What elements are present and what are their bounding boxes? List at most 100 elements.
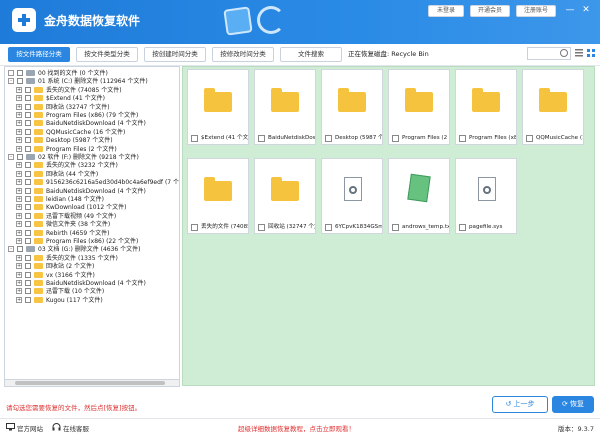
file-card[interactable]: androws_temp.txt: [388, 158, 450, 234]
tree-checkbox[interactable]: [25, 254, 31, 261]
tree-checkbox[interactable]: [25, 128, 31, 135]
tab-by-create-time[interactable]: 按创建时间分类: [144, 47, 206, 62]
file-card[interactable]: $Extend (41 个文件): [187, 69, 249, 145]
file-card[interactable]: Program Files (2 个文件): [388, 69, 450, 145]
file-card[interactable]: Program Files (x86): [455, 69, 517, 145]
expand-icon[interactable]: +: [16, 145, 22, 152]
collapse-icon[interactable]: -: [8, 78, 14, 85]
tutorial-link[interactable]: 超级详细数据恢复教程，点击立即观看！: [238, 423, 355, 433]
file-card[interactable]: 丢失的文件 (74085 个文件): [187, 158, 249, 234]
expand-icon[interactable]: [8, 70, 14, 76]
tree-checkbox[interactable]: [25, 212, 31, 219]
file-thumbnail[interactable]: [188, 159, 248, 221]
tab-file-search[interactable]: 文件搜索: [280, 47, 342, 62]
file-thumbnail[interactable]: [389, 159, 449, 221]
tree-checkbox[interactable]: [25, 86, 31, 93]
expand-icon[interactable]: +: [16, 162, 22, 169]
expand-icon[interactable]: +: [16, 288, 22, 295]
file-checkbox[interactable]: [325, 224, 332, 231]
close-icon[interactable]: ✕: [580, 4, 592, 16]
file-card[interactable]: BaiduNetdiskDownload: [254, 69, 316, 145]
expand-icon[interactable]: +: [16, 280, 22, 286]
file-checkbox[interactable]: [526, 135, 533, 142]
file-thumbnail[interactable]: [322, 159, 382, 221]
expand-icon[interactable]: +: [16, 103, 22, 110]
tree-checkbox[interactable]: [25, 187, 31, 194]
file-thumbnail[interactable]: [456, 70, 516, 132]
expand-icon[interactable]: +: [16, 271, 22, 278]
file-thumbnail[interactable]: [188, 70, 248, 132]
tree-checkbox[interactable]: [17, 154, 23, 160]
tree-checkbox[interactable]: [25, 179, 31, 186]
recover-button[interactable]: ⟳ 恢复: [552, 396, 594, 413]
tree-checkbox[interactable]: [25, 95, 31, 102]
file-checkbox[interactable]: [258, 224, 265, 231]
tree-checkbox[interactable]: [25, 280, 31, 286]
tree-checkbox[interactable]: [25, 162, 31, 169]
file-checkbox[interactable]: [191, 224, 198, 231]
tree-checkbox[interactable]: [25, 196, 31, 202]
expand-icon[interactable]: +: [16, 204, 22, 211]
file-checkbox[interactable]: [459, 224, 466, 231]
expand-icon[interactable]: +: [16, 238, 22, 244]
directory-tree[interactable]: 00 找到的文件 (0 个文件) - 01 系统 (C:) 删除文件 (112964…: [4, 66, 180, 386]
tab-by-path[interactable]: 按文件路径分类: [8, 47, 70, 62]
file-thumbnail[interactable]: [389, 70, 449, 132]
file-checkbox[interactable]: [325, 135, 332, 142]
file-card[interactable]: 回收站 (32747 个文件): [254, 158, 316, 234]
tree-checkbox[interactable]: [25, 296, 31, 303]
file-checkbox[interactable]: [392, 135, 399, 142]
expand-icon[interactable]: +: [16, 128, 22, 135]
expand-icon[interactable]: +: [16, 120, 22, 127]
expand-icon[interactable]: +: [16, 137, 22, 144]
tree-checkbox[interactable]: [17, 246, 23, 253]
tree-checkbox[interactable]: [25, 229, 31, 236]
expand-icon[interactable]: +: [16, 95, 22, 102]
tree-checkbox[interactable]: [25, 263, 31, 270]
collapse-icon[interactable]: -: [8, 154, 14, 160]
expand-icon[interactable]: +: [16, 196, 22, 202]
file-thumbnail[interactable]: [456, 159, 516, 221]
grid-view-icon[interactable]: [586, 47, 596, 59]
file-card[interactable]: QQMusicCache (16 个文件): [522, 69, 584, 145]
tree-checkbox[interactable]: [17, 70, 23, 76]
minimize-icon[interactable]: —: [564, 4, 576, 16]
search-icon[interactable]: [560, 49, 568, 57]
tree-checkbox[interactable]: [25, 221, 31, 228]
tree-checkbox[interactable]: [25, 238, 31, 244]
file-thumbnail[interactable]: [322, 70, 382, 132]
expand-icon[interactable]: +: [16, 263, 22, 270]
tree-horizontal-scrollbar[interactable]: [4, 379, 180, 387]
tree-checkbox[interactable]: [17, 78, 23, 85]
expand-icon[interactable]: +: [16, 254, 22, 261]
expand-icon[interactable]: +: [16, 187, 22, 194]
file-thumbnail[interactable]: [255, 159, 315, 221]
tab-by-modify-time[interactable]: 按修改时间分类: [212, 47, 274, 62]
expand-icon[interactable]: +: [16, 170, 22, 177]
prev-step-button[interactable]: ↺ 上一步: [492, 396, 548, 413]
expand-icon[interactable]: +: [16, 296, 22, 303]
tree-checkbox[interactable]: [25, 112, 31, 118]
tree-checkbox[interactable]: [25, 170, 31, 177]
register-button[interactable]: 注册账号: [516, 5, 556, 17]
tree-checkbox[interactable]: [25, 204, 31, 211]
file-checkbox[interactable]: [392, 224, 399, 231]
file-checkbox[interactable]: [459, 135, 466, 142]
list-view-icon[interactable]: [574, 47, 584, 59]
file-thumbnail[interactable]: [255, 70, 315, 132]
tab-by-type[interactable]: 按文件类型分类: [76, 47, 138, 62]
expand-icon[interactable]: +: [16, 221, 22, 228]
login-button[interactable]: 未登录: [428, 5, 464, 17]
official-website-link[interactable]: 官方网站: [17, 423, 43, 433]
tree-checkbox[interactable]: [25, 271, 31, 278]
expand-icon[interactable]: +: [16, 229, 22, 236]
file-card[interactable]: 6YCpvK1834GSm...: [321, 158, 383, 234]
tree-checkbox[interactable]: [25, 145, 31, 152]
tree-checkbox[interactable]: [25, 103, 31, 110]
file-thumbnail[interactable]: [523, 70, 583, 132]
tree-row[interactable]: + Kugou (117 个文件): [5, 296, 179, 305]
collapse-icon[interactable]: -: [8, 246, 14, 253]
expand-icon[interactable]: +: [16, 212, 22, 219]
file-checkbox[interactable]: [258, 135, 265, 142]
expand-icon[interactable]: +: [16, 112, 22, 118]
